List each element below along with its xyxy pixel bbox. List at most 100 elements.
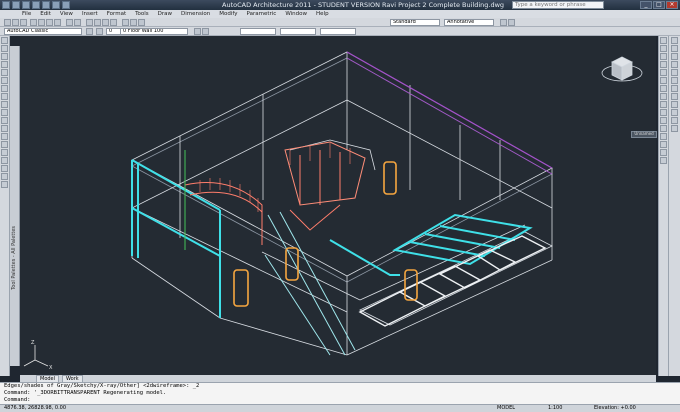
wall-style-combo[interactable]: 0 Floor Wall 100 — [120, 28, 188, 35]
new-icon[interactable] — [4, 19, 11, 26]
menu-modify[interactable]: Modify — [219, 10, 237, 18]
osnap-nearest-icon[interactable] — [671, 109, 678, 116]
polygon-icon[interactable] — [1, 61, 8, 68]
trim-icon[interactable] — [660, 109, 667, 116]
rectangle-icon[interactable] — [1, 69, 8, 76]
table-icon[interactable] — [1, 173, 8, 180]
design-center-icon[interactable] — [130, 19, 137, 26]
ellipse-arc-icon[interactable] — [1, 117, 8, 124]
erase-icon[interactable] — [660, 37, 667, 44]
gradient-icon[interactable] — [1, 157, 8, 164]
text-style-icon[interactable] — [500, 19, 507, 26]
insert-block-icon[interactable] — [1, 125, 8, 132]
menu-edit[interactable]: Edit — [40, 10, 51, 18]
arc-icon[interactable] — [1, 77, 8, 84]
osnap-perpendicular-icon[interactable] — [671, 85, 678, 92]
break-icon[interactable] — [660, 125, 667, 132]
revision-cloud-icon[interactable] — [1, 93, 8, 100]
maximize-button[interactable]: □ — [653, 1, 665, 9]
osnap-tangent-icon[interactable] — [671, 77, 678, 84]
layer-previous-icon[interactable] — [194, 28, 201, 35]
menu-tools[interactable]: Tools — [135, 10, 149, 18]
point-icon[interactable] — [1, 141, 8, 148]
osnap-endpoint-icon[interactable] — [671, 37, 678, 44]
osnap-parallel-icon[interactable] — [671, 93, 678, 100]
construction-line-icon[interactable] — [1, 45, 8, 52]
lineweight-combo[interactable] — [320, 28, 356, 35]
spline-icon[interactable] — [1, 101, 8, 108]
annotative-combo[interactable]: Annotative — [444, 19, 494, 26]
extend-icon[interactable] — [660, 117, 667, 124]
ellipse-icon[interactable] — [1, 109, 8, 116]
workspace-combo[interactable]: AutoCAD Classic — [4, 28, 82, 35]
stretch-icon[interactable] — [660, 101, 667, 108]
mirror-icon[interactable] — [660, 53, 667, 60]
save-icon[interactable] — [32, 1, 40, 9]
osnap-midpoint-icon[interactable] — [671, 45, 678, 52]
drawing-viewport[interactable]: Z X Unnamed — [20, 36, 657, 376]
command-prompt[interactable]: Command: — [4, 397, 680, 404]
workspace-settings-icon[interactable] — [86, 28, 93, 35]
tab-work[interactable]: Work — [62, 375, 83, 382]
osnap-node-icon[interactable] — [671, 101, 678, 108]
new-file-icon[interactable] — [12, 1, 20, 9]
join-icon[interactable] — [660, 133, 667, 140]
undo-icon[interactable] — [66, 19, 73, 26]
make-current-icon[interactable] — [202, 28, 209, 35]
move-icon[interactable] — [660, 77, 667, 84]
dim-style-icon[interactable] — [508, 19, 515, 26]
cut-icon[interactable] — [38, 19, 45, 26]
redo-icon[interactable] — [74, 19, 81, 26]
copy-icon[interactable] — [46, 19, 53, 26]
annotation-scale[interactable]: 1:100 — [548, 405, 562, 411]
array-icon[interactable] — [660, 69, 667, 76]
menu-window[interactable]: Window — [285, 10, 307, 18]
zoom-icon[interactable] — [94, 19, 101, 26]
properties-icon[interactable] — [122, 19, 129, 26]
close-button[interactable]: × — [666, 1, 678, 9]
save-icon[interactable] — [20, 19, 27, 26]
redo-icon[interactable] — [52, 1, 60, 9]
print-icon[interactable] — [62, 1, 70, 9]
minimize-button[interactable]: _ — [640, 1, 652, 9]
osnap-quadrant-icon[interactable] — [671, 69, 678, 76]
menu-draw[interactable]: Draw — [158, 10, 172, 18]
layer-manager-icon[interactable] — [96, 28, 103, 35]
fillet-icon[interactable] — [660, 149, 667, 156]
viewcube-ucs-menu[interactable]: Unnamed — [631, 131, 657, 138]
print-icon[interactable] — [30, 19, 37, 26]
menu-parametric[interactable]: Parametric — [247, 10, 277, 18]
tool-palettes-icon[interactable] — [138, 19, 145, 26]
osnap-center-icon[interactable] — [671, 61, 678, 68]
polyline-icon[interactable] — [1, 53, 8, 60]
menu-help[interactable]: Help — [316, 10, 329, 18]
menu-insert[interactable]: Insert — [82, 10, 98, 18]
copy-object-icon[interactable] — [660, 45, 667, 52]
zoom-previous-icon[interactable] — [110, 19, 117, 26]
osnap-intersection-icon[interactable] — [671, 53, 678, 60]
tab-model[interactable]: Model — [36, 375, 60, 382]
tool-palette[interactable]: Tool Palettes - All Palettes — [10, 46, 20, 366]
search-input[interactable]: Type a keyword or phrase — [512, 1, 604, 9]
zoom-window-icon[interactable] — [102, 19, 109, 26]
color-combo[interactable] — [240, 28, 276, 35]
linetype-combo[interactable] — [280, 28, 316, 35]
style-combo[interactable]: Standard — [390, 19, 440, 26]
undo-icon[interactable] — [42, 1, 50, 9]
chamfer-icon[interactable] — [660, 141, 667, 148]
paste-icon[interactable] — [54, 19, 61, 26]
offset-icon[interactable] — [660, 61, 667, 68]
open-file-icon[interactable] — [22, 1, 30, 9]
osnap-settings-icon[interactable] — [671, 125, 678, 132]
rotate-icon[interactable] — [660, 85, 667, 92]
pan-icon[interactable] — [86, 19, 93, 26]
make-block-icon[interactable] — [1, 133, 8, 140]
menu-file[interactable]: File — [22, 10, 31, 18]
command-line[interactable]: Edges/shades of Gray/Sketchy/X-ray/Other… — [0, 382, 680, 404]
osnap-none-icon[interactable] — [671, 117, 678, 124]
menu-view[interactable]: View — [60, 10, 73, 18]
app-menu-icon[interactable] — [2, 1, 10, 9]
menu-dimension[interactable]: Dimension — [181, 10, 210, 18]
open-icon[interactable] — [12, 19, 19, 26]
menu-format[interactable]: Format — [107, 10, 126, 18]
